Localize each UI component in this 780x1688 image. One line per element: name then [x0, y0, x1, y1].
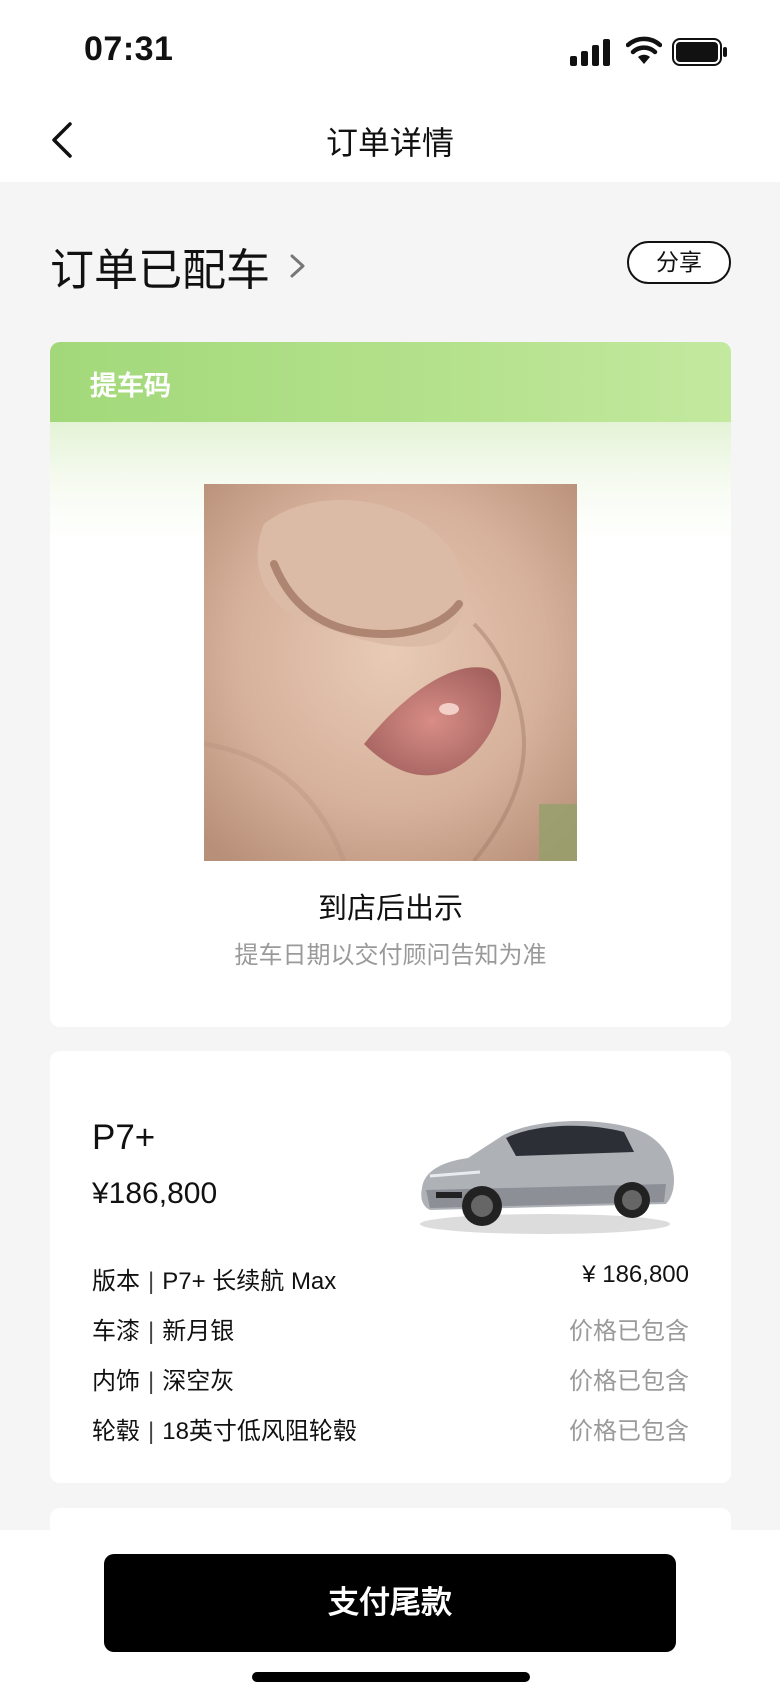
spec-separator: |: [148, 1418, 155, 1445]
nav-bar: 订单详情: [0, 100, 780, 182]
car-model: P7+: [92, 1118, 156, 1157]
spec-separator: |: [148, 1268, 155, 1295]
wifi-icon: [626, 36, 662, 64]
pickup-header-label: 提车码: [90, 371, 171, 401]
spec-row-interior: 内饰 | 深空灰 价格已包含: [92, 1361, 689, 1397]
spec-label: 轮毂: [92, 1418, 140, 1445]
spec-price: 价格已包含: [569, 1368, 689, 1395]
spec-value: P7+ 长续航 Max: [162, 1268, 337, 1295]
spec-separator: |: [148, 1368, 155, 1395]
spec-label: 车漆: [92, 1318, 140, 1345]
spec-price: 价格已包含: [569, 1418, 689, 1445]
battery-icon: [672, 38, 727, 66]
pickup-instruction: 到店后出示: [317, 893, 463, 925]
order-detail-screen: 07:31 订单详情 订单已配车 分享 提车码 到店后出示 提车日期以交付顾问告…: [0, 0, 780, 1688]
order-status-label: 订单已配车: [50, 246, 270, 295]
signal-icon: [570, 39, 610, 66]
car-price: ¥186,800: [92, 1177, 218, 1210]
spec-value: 新月银: [162, 1318, 235, 1345]
home-indicator: [252, 1672, 530, 1682]
spec-value: 深空灰: [162, 1368, 235, 1395]
car-config-card: P7+ ¥186,800 版本 | P7+ 长续航 Max ¥ 186,800 车漆…: [50, 1051, 731, 1483]
spec-row-version: 版本 | P7+ 长续航 Max ¥ 186,800: [92, 1261, 689, 1297]
order-status-link[interactable]: 订单已配车: [50, 234, 310, 298]
pickup-code-image: [204, 484, 577, 861]
status-bar: 07:31: [0, 0, 780, 100]
status-time: 07:31: [84, 30, 174, 68]
car-image: [420, 1121, 674, 1234]
page-title: 订单详情: [325, 125, 454, 161]
bottom-action-bar: 支付尾款: [0, 1530, 780, 1688]
spec-row-wheels: 轮毂 | 18英寸低风阻轮毂 价格已包含: [92, 1411, 689, 1447]
spec-price: ¥ 186,800: [582, 1261, 689, 1288]
pickup-header: 提车码: [50, 342, 731, 422]
spec-label: 版本: [92, 1268, 140, 1295]
spec-price: 价格已包含: [569, 1318, 689, 1345]
pickup-note: 提车日期以交付顾问告知为准: [234, 942, 547, 969]
spec-label: 内饰: [92, 1368, 140, 1395]
spec-row-paint: 车漆 | 新月银 价格已包含: [92, 1311, 689, 1347]
chevron-right-icon: [290, 254, 305, 278]
pickup-code-card: 提车码 到店后出示 提车日期以交付顾问告知为准: [50, 342, 731, 1027]
spec-value: 18英寸低风阻轮毂: [162, 1418, 357, 1445]
pay-balance-button[interactable]: 支付尾款: [104, 1554, 676, 1652]
spec-separator: |: [148, 1318, 155, 1345]
share-button[interactable]: 分享: [627, 241, 731, 284]
